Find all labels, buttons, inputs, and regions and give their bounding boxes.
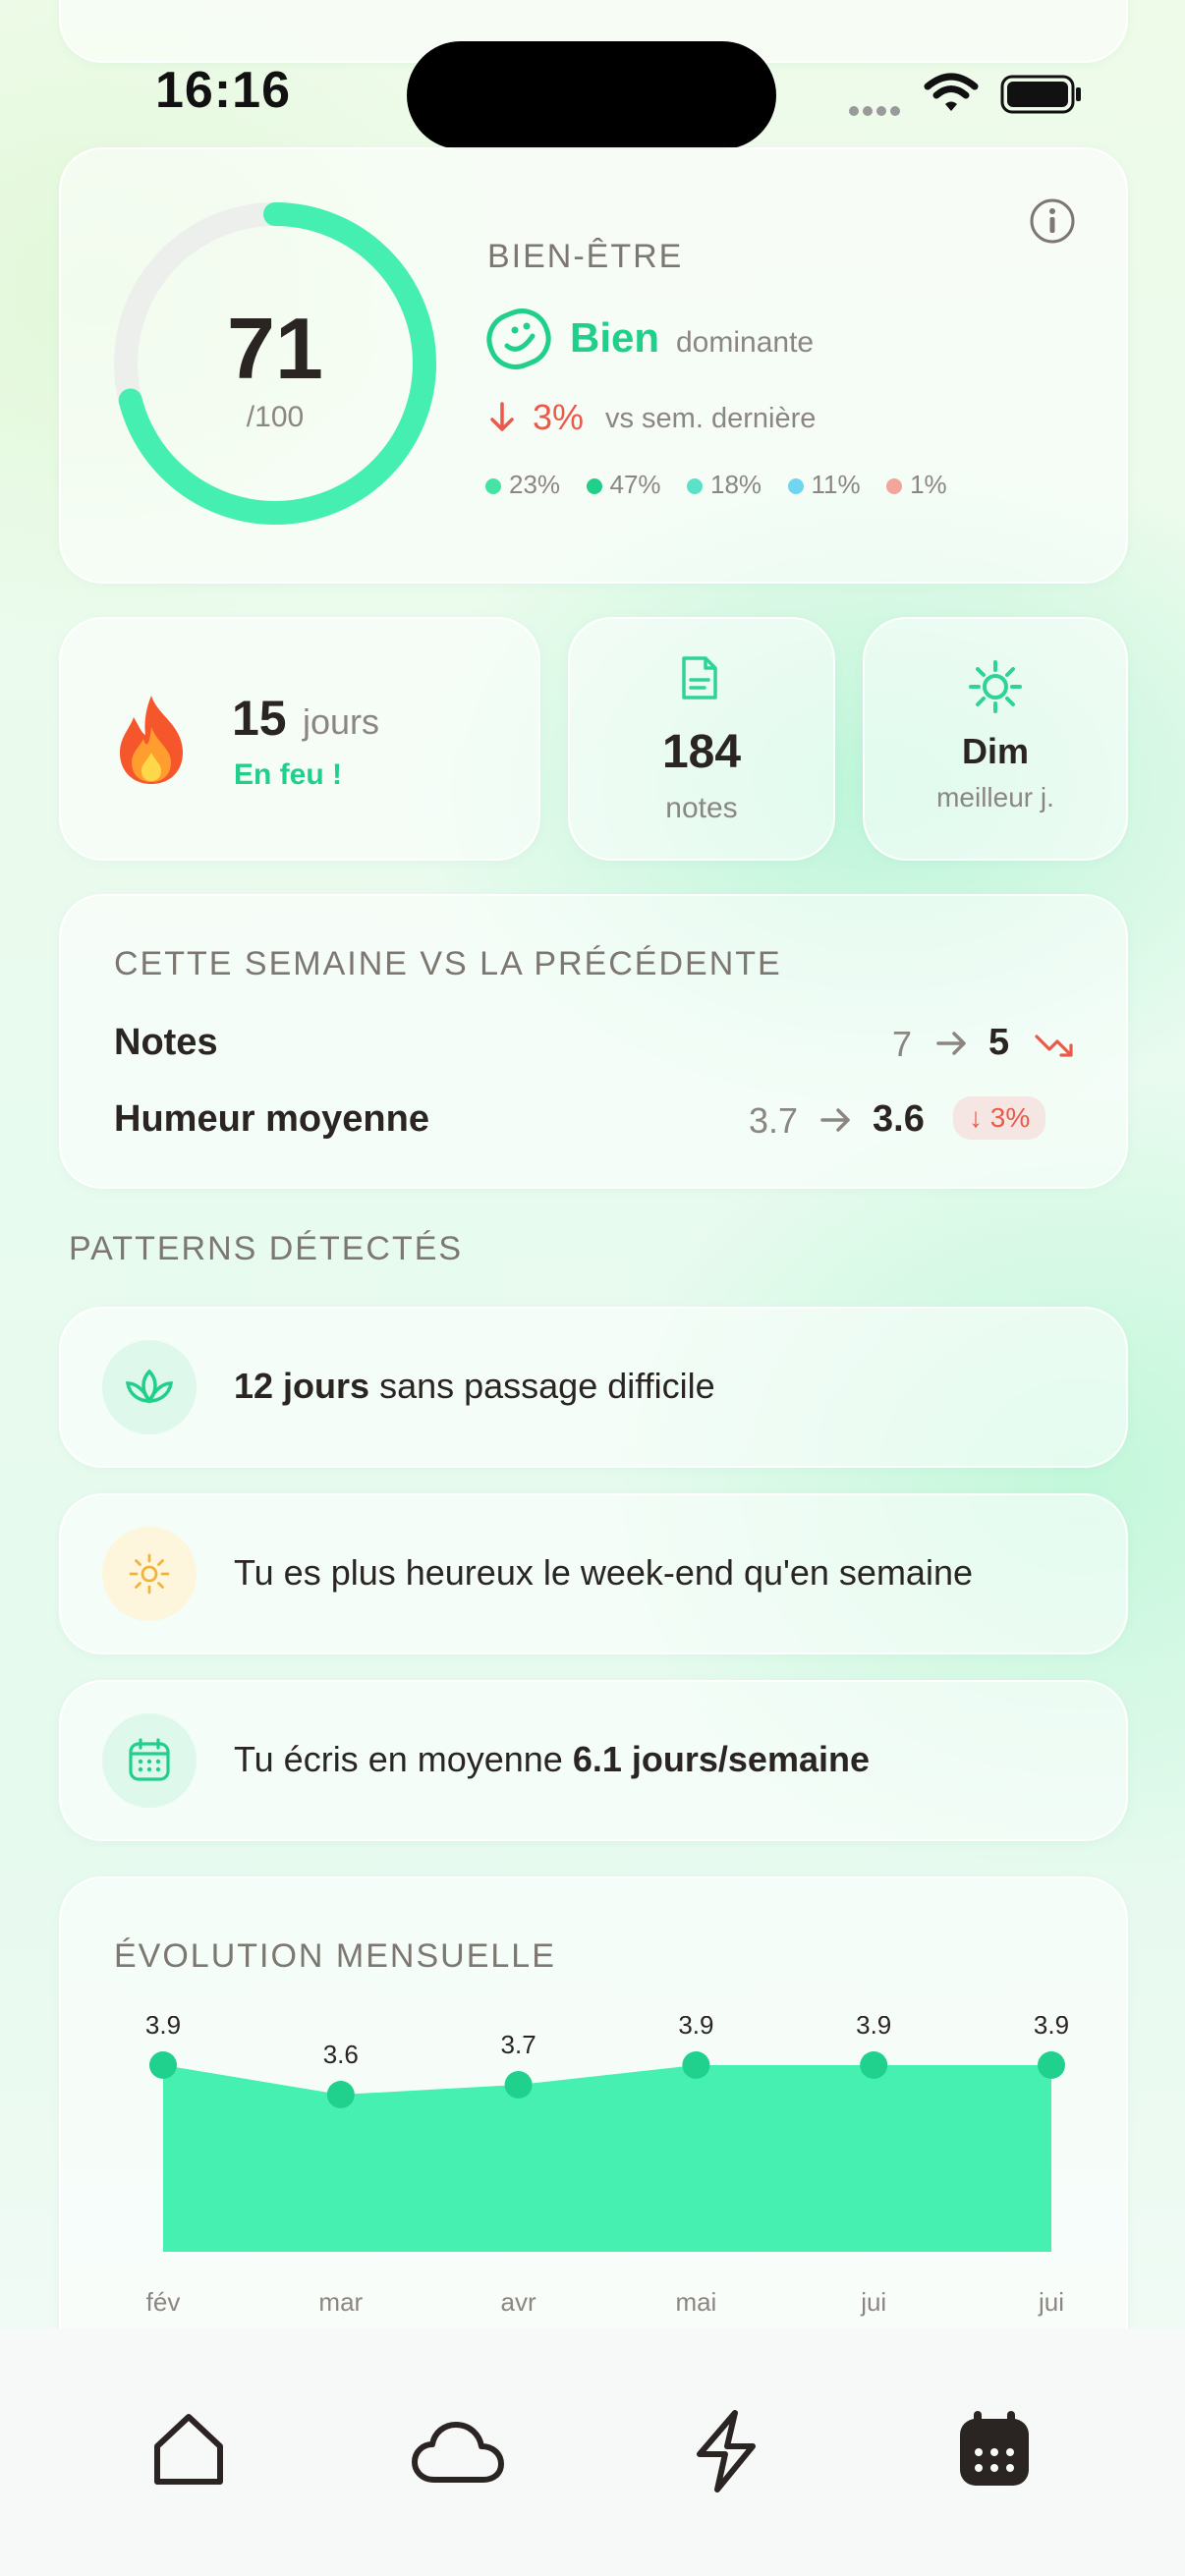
mood-distribution-item: 47%: [586, 470, 661, 500]
pattern-item[interactable]: Tu es plus heureux le week-end qu'en sem…: [59, 1493, 1128, 1654]
streak-card[interactable]: 15 jours En feu !: [59, 617, 540, 861]
compare-row-current: 3.6: [873, 1098, 925, 1140]
chart-x-tick: mai: [675, 2287, 716, 2317]
streak-unit: jours: [303, 701, 380, 742]
best-day-label: meilleur j.: [936, 782, 1054, 812]
calendar-icon-circle: [102, 1713, 197, 1808]
chart-data-label: 3.9: [1034, 2016, 1069, 2040]
monthly-evolution-chart: 3.9 fév 3.6 mar 3.7 avr 3.9 mai 3.9 jui 3.9 jui: [145, 2016, 1069, 2317]
mood-distribution-item: 1%: [886, 470, 947, 500]
best-day-value: Dim: [961, 731, 1029, 771]
pattern-text: Tu es plus heureux le week-end qu'en sem…: [234, 1552, 973, 1593]
tab-calendar-icon[interactable]: [957, 2409, 1032, 2490]
chart-data-label: 3.9: [678, 2016, 713, 2040]
lotus-icon-circle: [102, 1340, 197, 1434]
compare-delta-value: 3%: [989, 1102, 1031, 1133]
dominant-mood-note: dominante: [676, 326, 815, 359]
battery-icon: [1000, 75, 1081, 114]
compare-row-previous: 7: [892, 1024, 913, 1064]
compare-delta-badge: ↓ 3%: [953, 1096, 1046, 1140]
wellbeing-caption: BIEN-ÊTRE: [487, 238, 684, 275]
chart-data-label: 3.9: [145, 2016, 181, 2040]
pattern-text-body: Tu écris en moyenne: [234, 1739, 573, 1779]
chart-x-tick: fév: [146, 2287, 181, 2317]
mood-face-icon: [486, 308, 551, 369]
sun-gear-icon: [969, 660, 1022, 713]
mood-distribution-item: 18%: [687, 470, 762, 500]
chart-point: [1038, 2051, 1065, 2079]
compare-row-current: 5: [988, 1022, 1010, 1063]
arrow-right-icon: [820, 1108, 850, 1132]
notes-label: notes: [665, 792, 738, 824]
streak-value: 15: [232, 691, 287, 746]
lotus-icon: [125, 1369, 174, 1404]
info-icon[interactable]: [1028, 196, 1077, 246]
chart-x-tick: avr: [501, 2287, 536, 2317]
wellbeing-card[interactable]: 71 /100 BIEN-ÊTRE Bien dominante 3% vs s…: [59, 147, 1128, 584]
dynamic-island: [407, 41, 776, 149]
patterns-title: PATTERNS DÉTECTÉS: [69, 1230, 464, 1267]
sun-icon: [129, 1553, 170, 1595]
status-time: 16:16: [155, 62, 291, 119]
week-compare-title: CETTE SEMAINE VS LA PRÉCÉDENTE: [114, 945, 782, 982]
chart-area: [163, 2065, 1051, 2252]
best-day-card[interactable]: Dim meilleur j.: [863, 617, 1128, 861]
compare-row-previous: 3.7: [749, 1100, 799, 1141]
fire-icon: [120, 696, 183, 784]
notes-card[interactable]: 184 notes: [568, 617, 835, 861]
compare-row-label: Notes: [114, 1022, 218, 1063]
pattern-item[interactable]: Tu écris en moyenne 6.1 jours/semaine: [59, 1680, 1128, 1841]
cellular-icon: [849, 103, 904, 121]
arrow-down-icon: [490, 402, 514, 431]
mood-distribution-item: 23%: [485, 470, 560, 500]
pattern-text: 12 jours sans passage difficile: [234, 1366, 715, 1407]
arrow-down-icon: ↓: [969, 1102, 990, 1133]
chart-point: [504, 2071, 533, 2099]
sun-icon-circle: [102, 1527, 197, 1621]
wellbeing-score-max: /100: [246, 401, 305, 433]
document-icon: [682, 656, 717, 700]
chart-x-tick: jui: [1038, 2287, 1064, 2317]
chart-title: ÉVOLUTION MENSUELLE: [114, 1937, 556, 1975]
dominant-mood: Bien: [570, 314, 660, 361]
chart-point: [682, 2051, 710, 2079]
chart-data-label: 3.6: [323, 2040, 359, 2069]
arrow-right-icon: [936, 1032, 966, 1055]
wellbeing-score: 71: [227, 300, 323, 397]
trend-down-icon: [1035, 1035, 1073, 1057]
chart-point: [860, 2051, 888, 2079]
pattern-text-bold: 6.1 jours/semaine: [572, 1739, 870, 1779]
week-compare-card: CETTE SEMAINE VS LA PRÉCÉDENTE Notes 7 5…: [59, 894, 1128, 1189]
streak-note: En feu !: [234, 758, 342, 791]
mood-distribution: 23% 47% 18% 11% 1%: [485, 470, 969, 500]
chart-data-label: 3.7: [501, 2030, 536, 2059]
wifi-icon: [924, 73, 979, 111]
pattern-text-body: sans passage difficile: [369, 1366, 715, 1406]
chart-x-tick: mar: [318, 2287, 363, 2317]
compare-row-label: Humeur moyenne: [114, 1098, 429, 1140]
notes-count: 184: [661, 726, 742, 778]
tab-bar: [0, 2328, 1185, 2576]
chart-point: [326, 2081, 355, 2108]
pattern-text-bold: 12 jours: [234, 1366, 370, 1406]
week-delta: 3%: [533, 397, 585, 437]
chart-x-tick: jui: [860, 2287, 886, 2317]
tab-cloud-icon[interactable]: [411, 2419, 505, 2486]
pattern-text: Tu écris en moyenne 6.1 jours/semaine: [234, 1739, 870, 1780]
week-delta-note: vs sem. dernière: [605, 403, 817, 434]
tab-home-icon[interactable]: [149, 2411, 228, 2490]
tab-lightning-icon[interactable]: [692, 2409, 761, 2493]
pattern-item[interactable]: 12 jours sans passage difficile: [59, 1307, 1128, 1468]
chart-data-label: 3.9: [856, 2016, 891, 2040]
wellbeing-ring: 71 /100: [112, 200, 438, 527]
mood-distribution-item: 11%: [787, 470, 861, 500]
chart-point: [149, 2051, 177, 2079]
calendar-icon: [129, 1738, 170, 1781]
